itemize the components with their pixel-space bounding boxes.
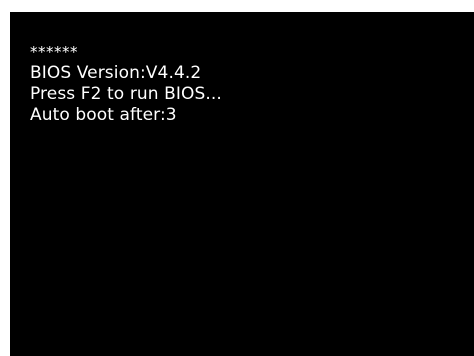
bios-version-line: BIOS Version:V4.4.2 xyxy=(30,63,202,83)
masked-banner-line: ****** xyxy=(30,43,78,61)
boot-screen: ****** BIOS Version:V4.4.2 Press F2 to r… xyxy=(10,12,474,356)
boot-console-text: ****** BIOS Version:V4.4.2 Press F2 to r… xyxy=(30,42,222,126)
enter-bios-prompt-line: Press F2 to run BIOS... xyxy=(30,84,222,104)
auto-boot-countdown-line: Auto boot after:3 xyxy=(30,105,177,125)
